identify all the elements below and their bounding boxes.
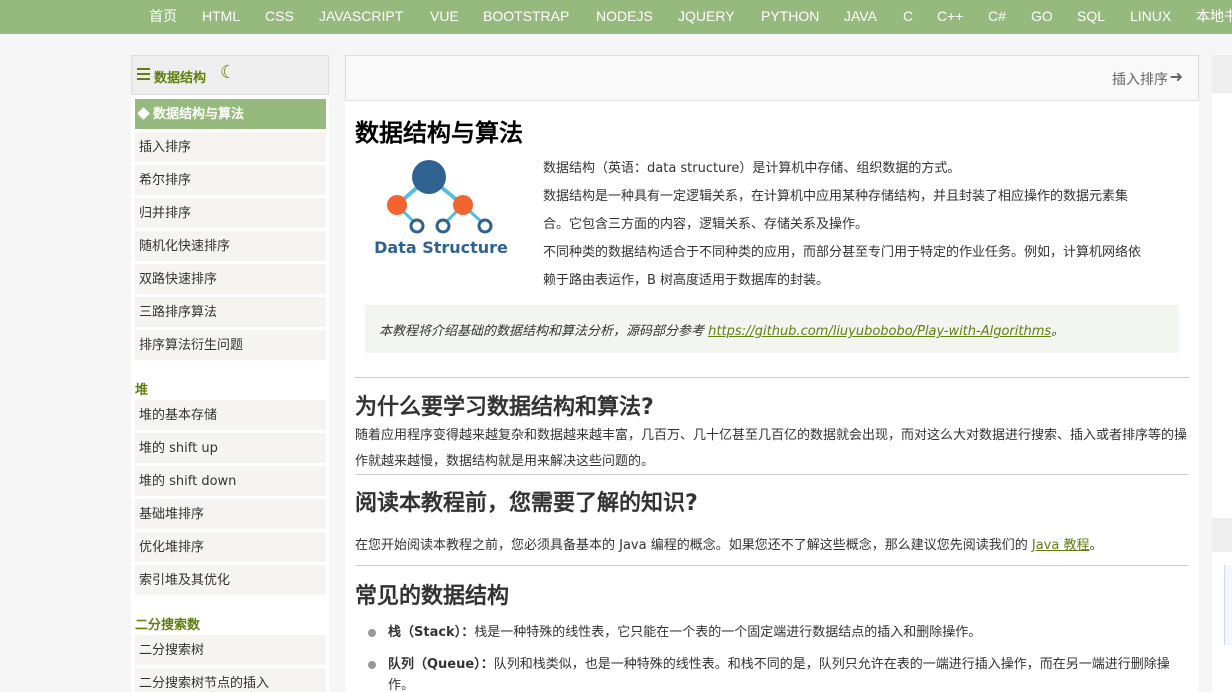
nav-bootstrap[interactable]: BOOTSTRAP [483,0,569,32]
tip-end: 。 [1051,324,1065,339]
data-structure-logo: Data Structure [365,155,525,265]
intro-line: 赖于路由表运作，B 树高度适用于数据库的封装。 [543,273,830,288]
nav-python[interactable]: PYTHON [761,0,819,32]
sidebar-item-heap-shift-down[interactable]: 堆的 shift down [135,466,326,497]
list-item: 栈（Stack）：栈是一种特殊的线性表，它只能在一个表的一个固定端进行数据结点的… [388,622,1188,643]
sidebar-item-bst-insert[interactable]: 二分搜索树节点的插入 [135,668,326,692]
intro-line: 数据结构是一种具有一定逻辑关系，在计算机中应用某种存储结构，并且封装了相应操作的… [543,189,1129,204]
sidebar-header: 数据结构 ☾ [131,55,329,95]
main-content: 插入排序 ➜ 数据结构与算法 Data Structure 数据结构（英语：da… [345,55,1199,692]
nav-c[interactable]: C [903,0,913,32]
nav-cpp[interactable]: C++ [937,0,963,32]
prereq-end: 。 [1089,538,1103,553]
heading-why: 为什么要学习数据结构和算法? [355,395,654,420]
bullet-icon [368,629,376,637]
list-term: 栈（Stack）： [388,625,475,640]
divider [355,565,1189,566]
prereq-text: 在您开始阅读本教程之前，您必须具备基本的 Java 编程的概念。如果您还不了解这… [355,532,1189,559]
sidebar-item-sort-problems[interactable]: 排序算法衍生问题 [135,330,326,361]
sidebar-item-index-heap[interactable]: 索引堆及其优化 [135,565,326,596]
tag-icon [137,107,150,120]
nav-bookmarks[interactable]: 本地书签 [1196,0,1232,32]
arrow-right-icon[interactable]: ➜ [1170,67,1183,86]
tip-text: 本教程将介绍基础的数据结构和算法分析，源码部分参考 [379,324,709,339]
nav-javascript[interactable]: JAVASCRIPT [319,0,403,32]
nav-sql[interactable]: SQL [1077,0,1105,32]
sidebar-item-optimized-heap-sort[interactable]: 优化堆排序 [135,532,326,563]
sidebar-item-heap-storage[interactable]: 堆的基本存储 [135,400,326,431]
right-panel-block [1212,518,1232,552]
why-line-1: 随着应用程序变得越来越复杂和数据越来越丰富，几百万、几十亿甚至几百亿的数据就会出… [355,428,1188,443]
github-link[interactable]: https://github.com/liuyubobobo/Play-with… [708,324,1051,339]
divider [355,474,1189,475]
java-tutorial-link[interactable]: Java 教程 [1032,538,1090,553]
bullet-icon [368,661,376,669]
sidebar-title: 数据结构 [154,71,207,86]
sidebar-category-bst: 二分搜索数 [135,618,201,633]
nav-java[interactable]: JAVA [844,0,877,32]
sidebar-item-dual-quick-sort[interactable]: 双路快速排序 [135,264,326,295]
sidebar: 数据结构 ☾ 数据结构与算法 插入排序 希尔排序 归并排序 随机化快速排序 双路… [131,55,329,692]
list-item: 队列（Queue）：队列和栈类似，也是一种特殊的线性表。和栈不同的是，队列只允许… [388,654,1188,675]
sidebar-item-three-way-sort[interactable]: 三路排序算法 [135,297,326,328]
list-item-continued: 作。 [388,678,415,692]
nav-jquery[interactable]: JQUERY [678,0,735,32]
heading-prerequisites: 阅读本教程前，您需要了解的知识? [355,491,698,516]
right-panel-header [1212,55,1232,93]
sidebar-item-basic-heap-sort[interactable]: 基础堆排序 [135,499,326,530]
list-icon [137,68,150,80]
nav-home[interactable]: 首页 [149,0,177,32]
intro-line: 数据结构（英语：data structure）是计算机中存储、组织数据的方式。 [543,161,961,176]
list-term: 队列（Queue）： [388,657,494,672]
nav-html[interactable]: HTML [202,0,240,32]
nav-nodejs[interactable]: NODEJS [596,0,653,32]
sidebar-item-merge-sort[interactable]: 归并排序 [135,198,326,229]
nav-css[interactable]: CSS [265,0,294,32]
prereq-body: 在您开始阅读本教程之前，您必须具备基本的 Java 编程的概念。如果您还不了解这… [355,538,1032,553]
sidebar-item-shell-sort[interactable]: 希尔排序 [135,165,326,196]
next-page-bar: 插入排序 ➜ [345,55,1199,101]
tip-text-wrap: 本教程将介绍基础的数据结构和算法分析，源码部分参考 https://github… [379,320,1064,339]
divider [355,377,1189,378]
nav-csharp[interactable]: C# [988,0,1006,32]
moon-icon[interactable]: ☾ [220,62,236,83]
nav-go[interactable]: GO [1031,0,1053,32]
right-ad-fragment [1224,565,1232,645]
intro-line: 不同种类的数据结构适合于不同种类的应用，而部分甚至专门用于特定的作业任务。例如，… [543,245,1142,260]
page-title: 数据结构与算法 [355,119,523,147]
intro-line: 合。它包含三方面的内容，逻辑关系、存储关系及操作。 [543,217,869,232]
sidebar-item-heap-shift-up[interactable]: 堆的 shift up [135,433,326,464]
list-desc: 栈是一种特殊的线性表，它只能在一个表的一个固定端进行数据结点的插入和删除操作。 [474,625,982,640]
tip-box: 本教程将介绍基础的数据结构和算法分析，源码部分参考 https://github… [365,305,1179,353]
list-desc: 队列和栈类似，也是一种特殊的线性表。和栈不同的是，队列只允许在表的一端进行插入操… [493,657,1170,672]
nav-vue[interactable]: VUE [430,0,459,32]
nav-linux[interactable]: LINUX [1130,0,1171,32]
sidebar-item-random-quick-sort[interactable]: 随机化快速排序 [135,231,326,262]
svg-text:Data Structure: Data Structure [374,238,508,257]
why-line-2: 作就越来越慢，数据结构就是用来解决这些问题的。 [355,454,655,469]
sidebar-item-data-structure[interactable]: 数据结构与算法 [135,99,326,130]
sidebar-item-bst[interactable]: 二分搜索树 [135,635,326,666]
sidebar-category-heap: 堆 [135,383,149,398]
sidebar-item-label: 数据结构与算法 [153,107,245,122]
next-page-link[interactable]: 插入排序 [1112,69,1168,89]
sidebar-item-insertion-sort[interactable]: 插入排序 [135,132,326,163]
heading-common-structures: 常见的数据结构 [355,584,510,609]
top-navigation: 首页 HTML CSS JAVASCRIPT VUE BOOTSTRAP NOD… [0,0,1232,34]
